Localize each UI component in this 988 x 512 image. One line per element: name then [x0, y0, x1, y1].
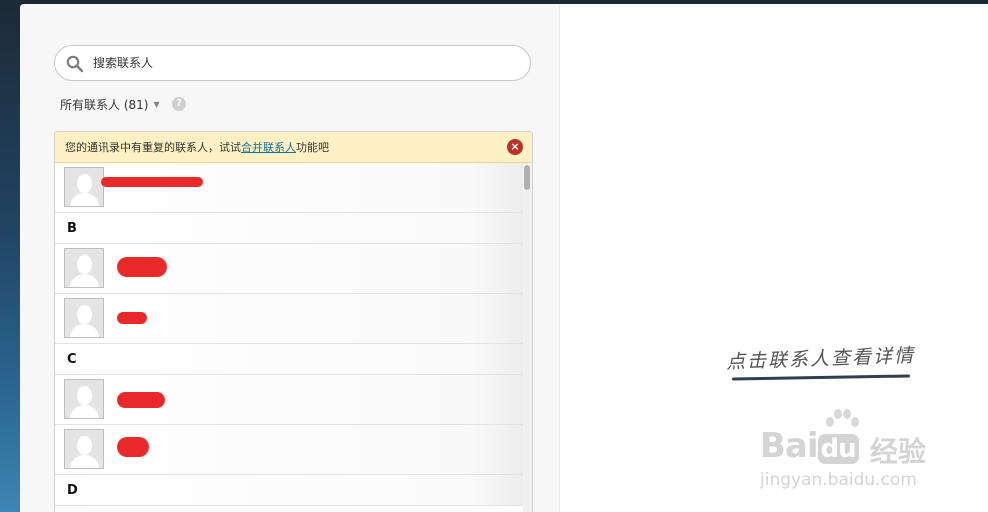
avatar	[64, 167, 104, 207]
avatar	[64, 429, 104, 469]
desktop-background	[0, 0, 20, 512]
contact-name-redacted	[117, 392, 165, 408]
avatar	[64, 298, 104, 338]
contact-list-scrollbar[interactable]	[523, 163, 532, 512]
close-icon[interactable]: ×	[507, 139, 523, 155]
help-icon[interactable]: ?	[172, 97, 186, 111]
contact-row[interactable]	[55, 375, 525, 425]
watermark-brand: Bai du	[760, 426, 859, 466]
contact-row[interactable]	[55, 163, 525, 213]
watermark-url: jingyan.baidu.com	[760, 470, 917, 490]
contact-row[interactable]	[55, 244, 525, 294]
baidu-jingyan-watermark: Bai du 经验 jingyan.baidu.com	[758, 409, 958, 496]
notice-text-before: 您的通讯录中有重复的联系人，试试	[65, 141, 241, 154]
contacts-sidebar: 所有联系人 (81) ▼ ? 您的通讯录中有重复的联系人，试试合并联系人功能吧 …	[20, 4, 560, 512]
contact-rows: B C D	[55, 163, 525, 506]
watermark-brand-a: Bai	[760, 426, 819, 466]
avatar	[64, 248, 104, 288]
chevron-down-icon: ▼	[153, 100, 160, 109]
section-header-c: C	[55, 344, 525, 375]
contact-name-redacted	[101, 177, 203, 187]
section-header-b: B	[55, 213, 525, 244]
search-box[interactable]	[54, 45, 531, 81]
contact-name-redacted	[117, 257, 167, 277]
contact-name-redacted	[117, 312, 147, 324]
notice-text-after: 功能吧	[296, 141, 329, 154]
merge-contacts-link[interactable]: 合并联系人	[241, 141, 296, 154]
search-input[interactable]	[93, 53, 513, 73]
contact-list: 您的通讯录中有重复的联系人，试试合并联系人功能吧 × B C D	[54, 131, 533, 512]
contact-name-redacted	[117, 437, 149, 457]
contact-filter-label: 所有联系人 (81)	[60, 98, 149, 112]
contacts-window: 所有联系人 (81) ▼ ? 您的通讯录中有重复的联系人，试试合并联系人功能吧 …	[20, 4, 988, 512]
scrollbar-thumb[interactable]	[524, 165, 530, 190]
watermark-brand-b: du	[817, 434, 859, 464]
watermark-brand-cn: 经验	[870, 435, 927, 468]
search-icon	[66, 55, 84, 73]
contact-filter-dropdown[interactable]: 所有联系人 (81) ▼	[60, 96, 160, 113]
avatar	[64, 379, 104, 419]
section-header-d: D	[55, 475, 525, 506]
duplicate-notice-banner: 您的通讯录中有重复的联系人，试试合并联系人功能吧 ×	[55, 132, 532, 163]
hint-underline	[731, 374, 911, 381]
detail-hint-text: 点击联系人查看详情	[725, 344, 916, 374]
contact-row[interactable]	[55, 294, 525, 344]
contact-row[interactable]	[55, 425, 525, 475]
